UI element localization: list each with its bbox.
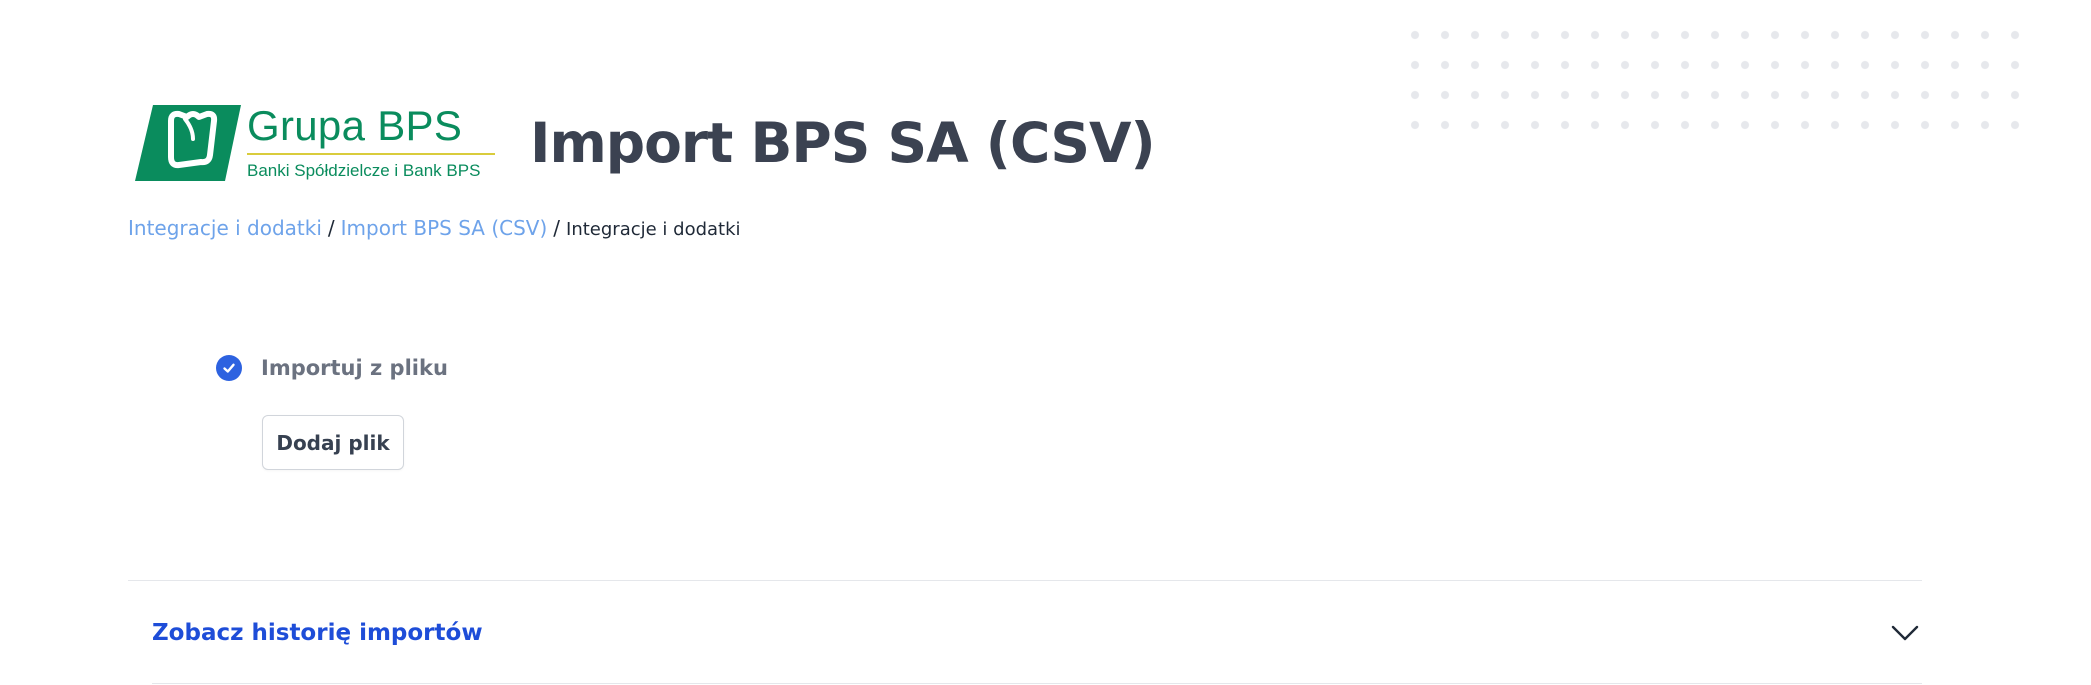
logo-rule xyxy=(247,153,495,156)
breadcrumb-separator: / xyxy=(553,216,561,240)
import-from-file-option[interactable]: Importuj z pliku xyxy=(216,355,448,381)
breadcrumb-separator: / xyxy=(327,216,335,240)
breadcrumb-current: Integracje i dodatki xyxy=(566,219,741,240)
page-header: Grupa BPS Banki Spółdzielcze i Bank BPS … xyxy=(135,74,1156,212)
breadcrumb-link-import-bps[interactable]: Import BPS SA (CSV) xyxy=(341,216,548,240)
divider xyxy=(152,683,1922,684)
bank-logo-icon xyxy=(135,104,241,181)
add-file-button[interactable]: Dodaj plik xyxy=(262,415,404,470)
page: Grupa BPS Banki Spółdzielcze i Bank BPS … xyxy=(0,0,2091,685)
import-history-accordion[interactable]: Zobacz historię importów xyxy=(152,600,1922,665)
grupa-bps-logo: Grupa BPS Banki Spółdzielcze i Bank BPS xyxy=(135,104,497,181)
breadcrumb: Integracje i dodatki / Import BPS SA (CSV)… xyxy=(128,214,741,244)
import-history-title: Zobacz historię importów xyxy=(152,619,483,646)
divider xyxy=(128,580,1922,581)
checkmark-icon xyxy=(223,363,235,373)
logo-text: Grupa BPS Banki Spółdzielcze i Bank BPS xyxy=(247,104,495,181)
logo-title: Grupa BPS xyxy=(247,102,463,150)
logo-subtitle: Banki Spółdzielcze i Bank BPS xyxy=(247,161,481,181)
page-title: Import BPS SA (CSV) xyxy=(530,110,1156,175)
breadcrumb-link-integrations[interactable]: Integracje i dodatki xyxy=(128,216,322,240)
decorative-dot-grid xyxy=(1400,20,2020,130)
chevron-down-icon[interactable] xyxy=(1890,618,1920,648)
check-circle-icon[interactable] xyxy=(216,355,242,381)
import-from-file-label: Importuj z pliku xyxy=(261,356,448,380)
